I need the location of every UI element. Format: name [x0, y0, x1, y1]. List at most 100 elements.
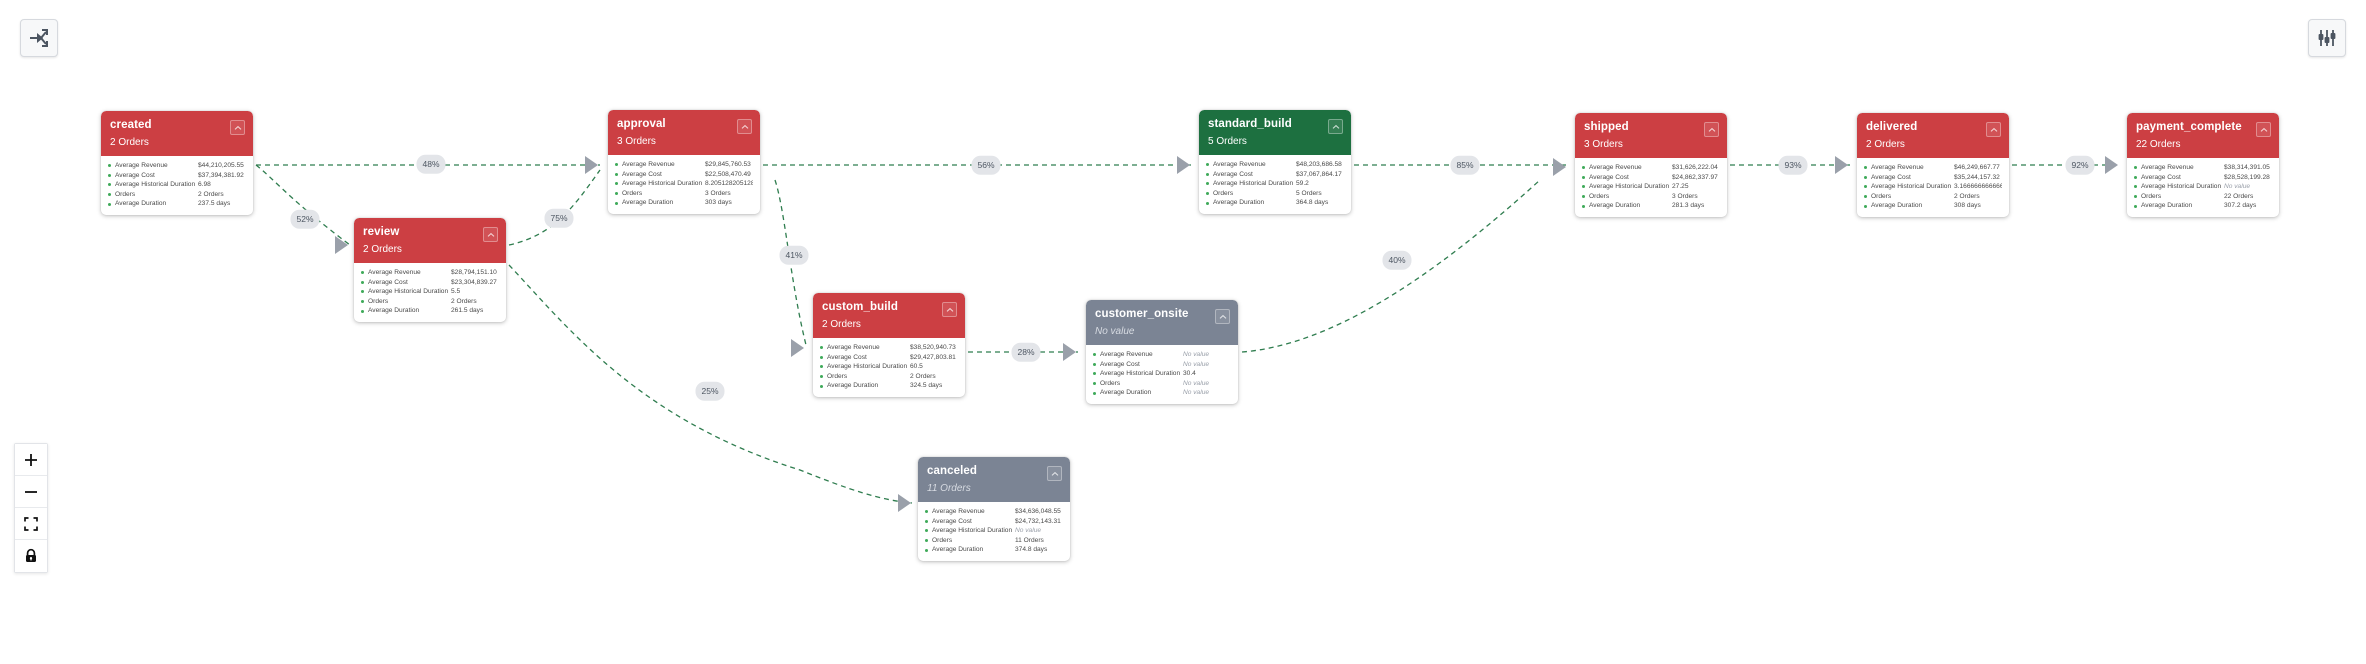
metric-label: Average Historical Duration [2141, 183, 2222, 191]
node-metrics: Average Revenue $38,520,940.73 Average Cos… [813, 338, 965, 397]
metric-row: Average Cost $24,732,143.31 [925, 517, 1063, 527]
metric-value: No value [1183, 389, 1210, 397]
collapse-button[interactable] [1328, 119, 1343, 134]
arrow-review [335, 236, 348, 254]
arrow-standard_build [1177, 156, 1190, 174]
zoom-out-button[interactable] [15, 476, 47, 508]
node-approval[interactable]: approval 3 Orders Average Revenue $29,845,7… [608, 110, 760, 214]
node-title: customer_onsite [1095, 308, 1189, 320]
metric-label: Average Duration [622, 199, 674, 207]
collapse-button[interactable] [737, 119, 752, 134]
sliders-icon [2318, 30, 2336, 46]
node-delivered[interactable]: delivered 2 Orders Average Revenue $46,249,… [1857, 113, 2009, 217]
edge-label-approval-standard_build[interactable]: 56% [971, 155, 1001, 175]
node-customer_onsite[interactable]: customer_onsite No value Average Revenue No… [1086, 300, 1238, 404]
node-header-shipped: shipped 3 Orders [1575, 113, 1727, 158]
metric-row: Average Cost $23,304,839.27 [361, 278, 499, 288]
edge-label-customer_onsite-shipped[interactable]: 40% [1382, 250, 1412, 270]
collapse-button[interactable] [483, 227, 498, 242]
chevron-up-icon [1708, 127, 1715, 132]
metric-label: Orders [1213, 189, 1234, 197]
collapse-button[interactable] [1986, 122, 2001, 137]
edge-label-created-approval[interactable]: 48% [416, 154, 446, 174]
arrow-canceled [898, 494, 911, 512]
edge-label-custom_build-customer_onsite[interactable]: 28% [1011, 342, 1041, 362]
collapse-button[interactable] [1215, 309, 1230, 324]
metric-label: Average Revenue [2141, 164, 2194, 171]
bullet-icon [1093, 391, 1096, 395]
metric-label: Average Duration [1589, 202, 1641, 210]
chevron-up-icon [1051, 471, 1058, 476]
node-header-canceled: canceled 11 Orders [918, 457, 1070, 502]
layout-button[interactable] [20, 19, 58, 57]
metric-row: Average Duration 237.5 days [108, 199, 246, 209]
metric-row: Average Cost $37,067,864.17 [1206, 170, 1344, 180]
bullet-icon [1206, 172, 1209, 176]
edge-label-delivered-payment_complete[interactable]: 92% [2065, 155, 2095, 175]
node-header-created: created 2 Orders [101, 111, 253, 156]
metric-value: No value [1015, 527, 1042, 535]
metric-row: Average Duration 308 days [1864, 201, 2002, 211]
metric-value: $44,210,205.55 [198, 162, 244, 169]
node-canceled[interactable]: canceled 11 Orders Average Revenue $34,636,… [918, 457, 1070, 561]
arrow-shipped [1553, 158, 1566, 176]
metric-row: Average Historical Duration 30.4 [1093, 369, 1231, 379]
edge-label-review-canceled[interactable]: 25% [695, 381, 725, 401]
collapse-button[interactable] [1704, 122, 1719, 137]
metric-label: Orders [622, 189, 643, 197]
edge-label-shipped-delivered[interactable]: 93% [1778, 155, 1808, 175]
zoom-toolbar[interactable] [14, 443, 48, 573]
collapse-button[interactable] [942, 302, 957, 317]
settings-button[interactable] [2308, 19, 2346, 57]
zoom-in-button[interactable] [15, 444, 47, 476]
metric-label: Average Cost [1589, 173, 1629, 181]
bullet-icon [820, 384, 823, 388]
node-standard_build[interactable]: standard_build 5 Orders Average Revenue $48… [1199, 110, 1351, 214]
collapse-button[interactable] [1047, 466, 1062, 481]
bullet-icon [361, 290, 364, 294]
metric-value: $29,427,803.81 [910, 353, 956, 361]
metric-row: Orders 5 Orders [1206, 189, 1344, 199]
edge-label-standard_build-shipped[interactable]: 85% [1450, 155, 1480, 175]
bullet-icon [1864, 166, 1867, 170]
metric-row: Average Historical Duration No value [925, 526, 1063, 536]
edge-label-approval-custom_build[interactable]: 41% [779, 245, 809, 265]
metric-label: Average Duration [115, 200, 167, 208]
metric-value: 60.5 [910, 363, 923, 371]
bullet-icon [1206, 163, 1209, 167]
bullet-icon [361, 271, 364, 275]
fit-view-button[interactable] [15, 508, 47, 540]
node-payment_complete[interactable]: payment_complete 22 Orders Average Revenue… [2127, 113, 2279, 217]
lock-button[interactable] [15, 540, 47, 572]
bullet-icon [925, 539, 928, 543]
metric-label: Average Duration [1213, 199, 1265, 207]
node-custom_build[interactable]: custom_build 2 Orders Average Revenue $38,5… [813, 293, 965, 397]
edge-label-review-approval[interactable]: 75% [544, 208, 574, 228]
metric-label: Average Historical Duration [1100, 370, 1181, 378]
metric-row: Orders No value [1093, 379, 1231, 389]
edge-label-created-review[interactable]: 52% [290, 209, 320, 229]
chevron-up-icon [946, 307, 953, 312]
metric-value: 303 days [705, 199, 732, 207]
node-created[interactable]: created 2 Orders Average Revenue $44,210,20… [101, 111, 253, 215]
bullet-icon [2134, 175, 2137, 179]
metric-value: $24,862,337.97 [1672, 173, 1718, 181]
node-subtitle: 2 Orders [822, 319, 861, 330]
collapse-button[interactable] [230, 120, 245, 135]
metric-row: Orders 3 Orders [615, 189, 753, 199]
node-shipped[interactable]: shipped 3 Orders Average Revenue $31,626,22… [1575, 113, 1727, 217]
metric-label: Average Historical Duration [368, 288, 449, 296]
metric-row: Average Historical Duration No value [2134, 182, 2272, 192]
metric-label: Average Historical Duration [622, 180, 703, 188]
bullet-icon [820, 346, 823, 350]
collapse-button[interactable] [2256, 122, 2271, 137]
node-metrics: Average Revenue $38,314,391.05 Average Cos… [2127, 158, 2279, 217]
node-title: review [363, 226, 400, 238]
flow-canvas[interactable]: created 2 Orders Average Revenue $44,210,20… [0, 0, 2366, 664]
node-subtitle: 3 Orders [617, 136, 656, 147]
bullet-icon [820, 355, 823, 359]
metric-label: Average Revenue [932, 508, 985, 515]
fit-view-icon [24, 516, 38, 531]
node-title: approval [617, 118, 666, 130]
node-review[interactable]: review 2 Orders Average Revenue $28,794,151… [354, 218, 506, 322]
